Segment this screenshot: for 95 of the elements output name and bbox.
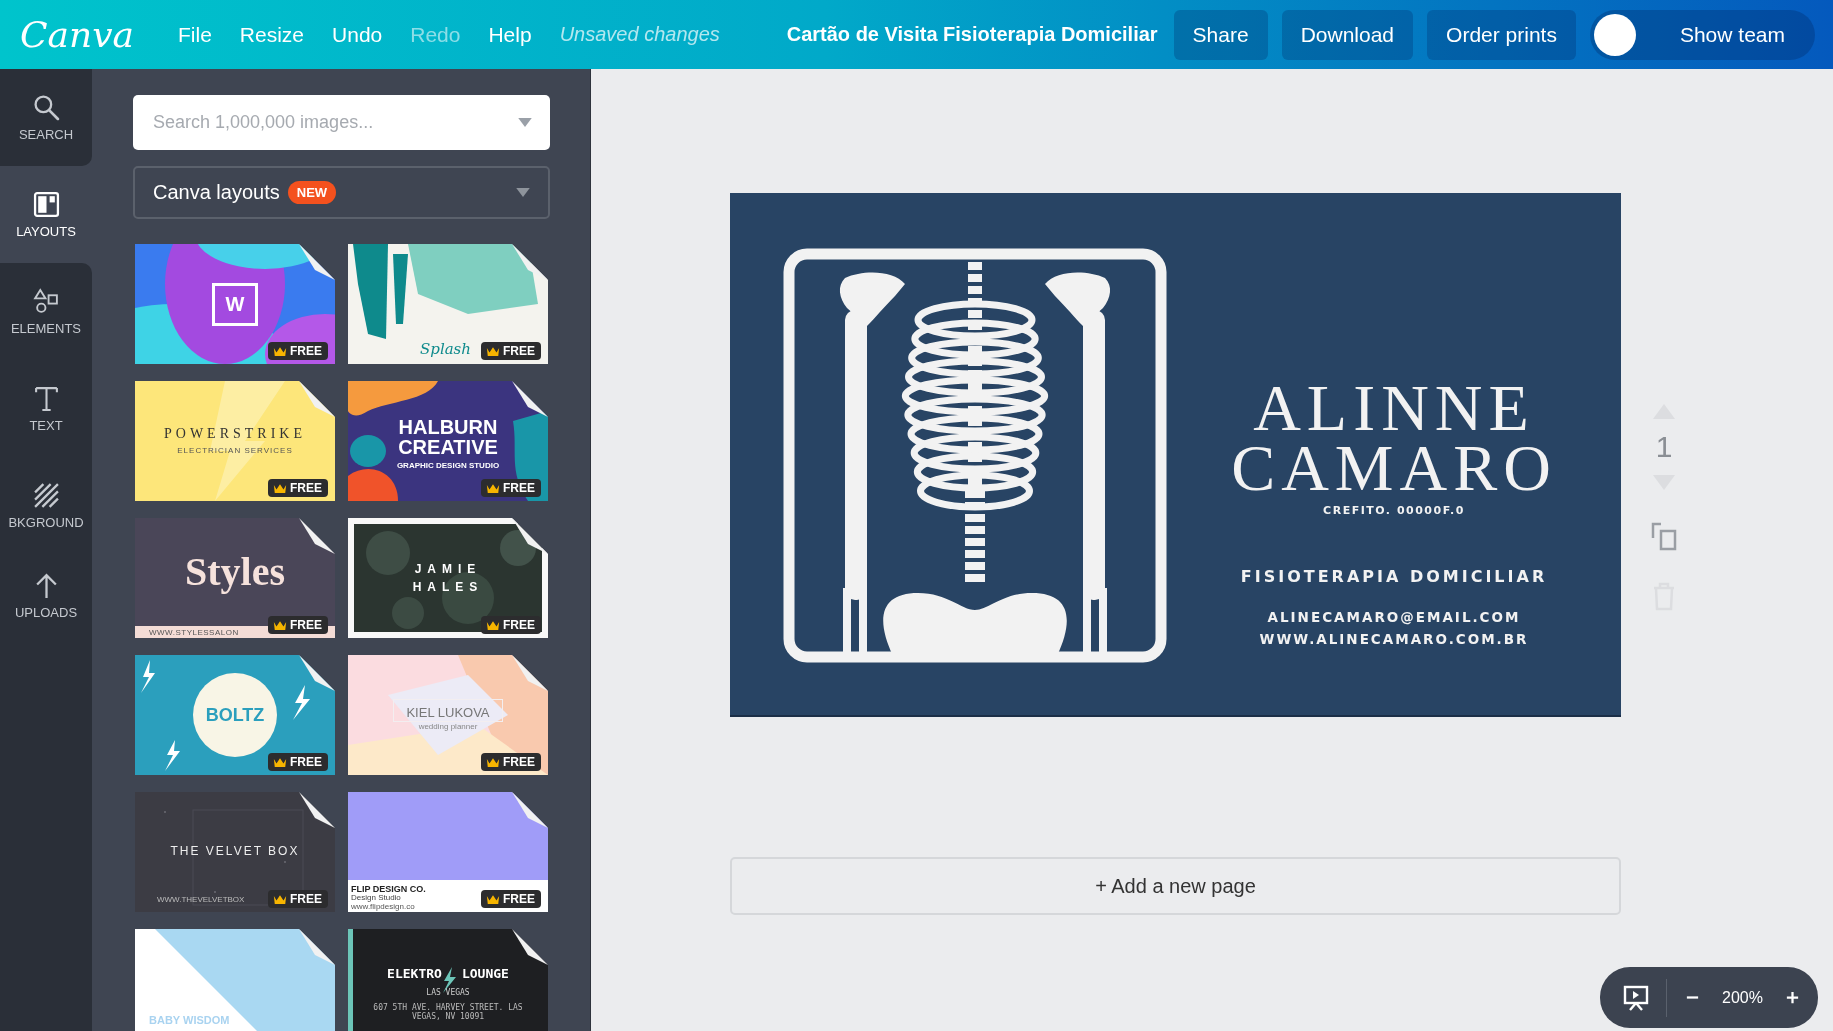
layout-thumbnail[interactable]: HALBURN CREATIVE GRAPHIC DESIGN STUDIO FREE (348, 381, 548, 501)
toolbar-button[interactable]: Share (1173, 9, 1268, 60)
template-text: wedding planner (418, 721, 478, 733)
crown-icon (273, 893, 287, 905)
sidebar-tab[interactable]: TEXT (0, 360, 92, 457)
template-text: CREATIVE (398, 436, 498, 457)
search-field[interactable]: Search 1,000,000 images... (133, 95, 550, 150)
layout-thumbnail[interactable]: POWERSTRIKE ELECTRICIAN SERVICES FREE (135, 381, 335, 501)
layout-thumbnail[interactable]: W FREE (135, 244, 335, 364)
badge-label: FREE (290, 618, 322, 632)
team-toggle[interactable]: Show team (1589, 9, 1815, 60)
search-icon (32, 93, 60, 121)
template-text: Splash (420, 340, 471, 358)
card-contact: ALINECAMARO@EMAIL.COM (1267, 608, 1521, 627)
zoom-level: 200% (1722, 988, 1763, 1007)
layout-source-dropdown[interactable]: Canva layouts NEW (133, 166, 550, 219)
add-page-button[interactable]: + Add a new page (730, 857, 1621, 915)
badge-label: FREE (503, 892, 535, 906)
shapes-icon (32, 287, 60, 315)
sidebar-label: SEARCH (18, 126, 74, 142)
badge-label: FREE (290, 481, 322, 495)
caret-icon (516, 188, 530, 197)
layout-thumbnail[interactable]: Styles WWW.STYLESSALON FREE (135, 518, 335, 638)
badge-label: FREE (290, 344, 322, 358)
sidebar-label: ELEMENTS (10, 320, 82, 336)
present-icon[interactable] (1622, 983, 1650, 1012)
zoom-in-icon[interactable] (1785, 990, 1800, 1005)
sidebar-label: BKGROUND (8, 514, 84, 530)
template-text: BABY WISDOM (149, 1014, 230, 1027)
template-text: WWW.STYLESSALON (149, 627, 239, 637)
template-text: www.flipdesign.co (351, 902, 415, 911)
crown-icon (486, 893, 500, 905)
badge-label: FREE (503, 755, 535, 769)
business-card[interactable]: ALINNE CAMARO CREFITO. 00000F.0 FISIOTERAPIA DOMICILIAR ALINECAMARO@EMAIL.COM WWW.ALINECAMARO.COM.BR (730, 193, 1621, 717)
card-contact: WWW.ALINECAMARO.COM.BR (1259, 630, 1529, 649)
sidebar-tab[interactable]: ELEMENTS (0, 263, 92, 360)
badge-label: FREE (503, 481, 535, 495)
template-text: ELECTRICIAN SERVICES (177, 446, 293, 456)
template-text: Styles (185, 549, 285, 595)
crown-icon (486, 345, 500, 357)
template-text: 607 5TH AVE. HARVEY STREET. LAS VEGAS, NV 10091 (372, 1003, 524, 1022)
duplicate-icon[interactable] (1651, 521, 1677, 551)
badge-label: FREE (290, 755, 322, 769)
card-name: CAMARO (1231, 438, 1557, 498)
card-name: ALINNE (1253, 378, 1535, 438)
sidebar-tab[interactable]: UPLOADS (0, 554, 92, 1031)
template-text: LOUNGE (461, 967, 509, 982)
dropdown-value: Canva layouts (153, 181, 280, 204)
layout-icon (32, 190, 60, 218)
toolbar-button[interactable]: Order prints (1427, 9, 1576, 60)
template-text: WWW.THEVELVETBOX (157, 894, 245, 904)
badge-label: FREE (503, 618, 535, 632)
sidebar-tab[interactable]: BKGROUND (0, 457, 92, 554)
layout-thumbnail[interactable]: ELEKTRO LOUNGE LAS VEGAS 607 5TH AVE. HARVEY STREET. LAS VEGAS, NV 10091 (348, 929, 548, 1031)
crown-icon (273, 619, 287, 631)
page-number: 1 (1655, 430, 1673, 464)
template-text: HALBURN (398, 416, 498, 437)
layout-thumbnail[interactable]: JAMIE HALES FREE (348, 518, 548, 638)
template-text: POWERSTRIKE (164, 426, 306, 443)
template-text: KIEL LUKOVA (393, 698, 503, 722)
layout-thumbnail[interactable]: THE VELVET BOX WWW.THEVELVETBOX FREE (135, 792, 335, 912)
template-text: GRAPHIC DESIGN STUDIO (396, 461, 500, 470)
layout-thumbnail[interactable]: Splash FREE (348, 244, 548, 364)
text-icon (32, 384, 60, 412)
template-text: HALES (412, 579, 484, 596)
crown-icon (486, 756, 500, 768)
template-text: THE VELVET BOX (170, 845, 300, 859)
new-badge: NEW (287, 181, 337, 204)
crown-icon (273, 345, 287, 357)
badge-label: FREE (290, 892, 322, 906)
crown-icon (273, 482, 287, 494)
layout-thumbnail[interactable]: FLIP DESIGN CO. Design Studio www.flipdesign.co FREE (348, 792, 548, 912)
template-text: FLIP DESIGN CO. (351, 885, 426, 895)
card-specialty: FISIOTERAPIA DOMICILIAR (1240, 567, 1548, 586)
sidebar-label: LAYOUTS (16, 223, 76, 239)
hatch-icon (32, 481, 60, 509)
layout-thumbnail[interactable]: BOLTZ FREE (135, 655, 335, 775)
template-text: W (211, 282, 259, 326)
crown-icon (486, 619, 500, 631)
toolbar-button[interactable]: Download (1281, 9, 1414, 60)
template-text: Design Studio (351, 894, 401, 903)
crown-icon (486, 482, 500, 494)
layout-thumbnail[interactable]: KIEL LUKOVA wedding planner FREE (348, 655, 548, 775)
sidebar-label: TEXT (29, 417, 63, 433)
template-text: BOLTZ (205, 704, 265, 726)
crown-icon (273, 756, 287, 768)
template-text: LAS VEGAS (425, 987, 471, 998)
card-registration: CREFITO. 00000F.0 (1323, 504, 1465, 517)
template-text: ELEKTRO (387, 967, 442, 982)
save-status: Unsaved changes (559, 23, 720, 46)
sidebar-tab[interactable]: SEARCH (0, 69, 92, 166)
template-text: JAMIE (414, 561, 482, 578)
sidebar-label: UPLOADS (14, 605, 78, 620)
caret-icon (518, 118, 532, 127)
badge-label: FREE (503, 344, 535, 358)
